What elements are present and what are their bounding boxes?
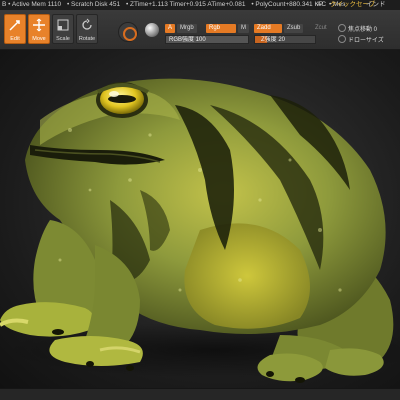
edit-label: Edit bbox=[10, 36, 20, 42]
rgb-toggle[interactable]: Rgb bbox=[206, 24, 236, 33]
rgb-intensity-label: RGB強度 100 bbox=[169, 37, 206, 43]
move-icon bbox=[33, 18, 45, 32]
status-item: • Scratch Disk 451 bbox=[66, 1, 121, 8]
rotate-label: Rotate bbox=[78, 36, 96, 42]
status-item: B • Active Mem 1110 bbox=[2, 1, 62, 8]
focal-shift-label[interactable]: 焦点移動 0 bbox=[348, 24, 377, 33]
move-label: Move bbox=[32, 36, 46, 42]
focal-shift-icon bbox=[338, 24, 346, 32]
status-item: • PolyCount+880.341 KP bbox=[251, 1, 324, 8]
rotate-button[interactable]: Rotate bbox=[76, 14, 98, 44]
zcut-toggle[interactable]: Zcut bbox=[312, 24, 330, 33]
status-bar: B • Active Mem 1110 • Scratch Disk 451 •… bbox=[0, 0, 400, 10]
bottom-bar bbox=[0, 388, 400, 400]
edit-button[interactable]: Edit bbox=[4, 14, 26, 44]
status-ac: AC bbox=[317, 1, 327, 8]
frog-model-render bbox=[0, 78, 400, 383]
z-intensity-label: Z強度 20 bbox=[261, 37, 286, 43]
z-intensity-slider[interactable]: Z強度 20 bbox=[254, 35, 316, 44]
scale-button[interactable]: Scale bbox=[52, 14, 74, 44]
m-toggle[interactable]: M bbox=[238, 24, 249, 33]
material-button[interactable] bbox=[118, 22, 138, 42]
texture-sphere-icon[interactable] bbox=[145, 23, 159, 37]
zsub-toggle[interactable]: Zsub bbox=[284, 24, 304, 33]
scale-label: Scale bbox=[56, 36, 70, 42]
rotate-icon bbox=[82, 18, 92, 30]
draw-size-icon bbox=[338, 35, 346, 43]
zadd-toggle[interactable]: Zadd bbox=[254, 24, 282, 33]
draw-size-label[interactable]: ドローサイズ bbox=[348, 35, 384, 44]
canvas-viewport[interactable] bbox=[0, 50, 400, 388]
channel-a-toggle[interactable]: A bbox=[165, 24, 176, 33]
edit-icon bbox=[9, 20, 20, 31]
rgb-intensity-slider[interactable]: RGB強度 100 bbox=[165, 35, 249, 44]
toolbar: Edit Move Scale Rotate A Mrgb Rgb M Zadd… bbox=[0, 10, 400, 50]
move-button[interactable]: Move bbox=[28, 14, 50, 44]
status-item: • ZTime+1.113 Timer+0.915 ATime+0.081 bbox=[125, 1, 246, 8]
mrgb-toggle[interactable]: Mrgb bbox=[177, 24, 197, 33]
window-menu[interactable]: インド bbox=[366, 0, 386, 10]
scale-icon bbox=[57, 19, 69, 31]
